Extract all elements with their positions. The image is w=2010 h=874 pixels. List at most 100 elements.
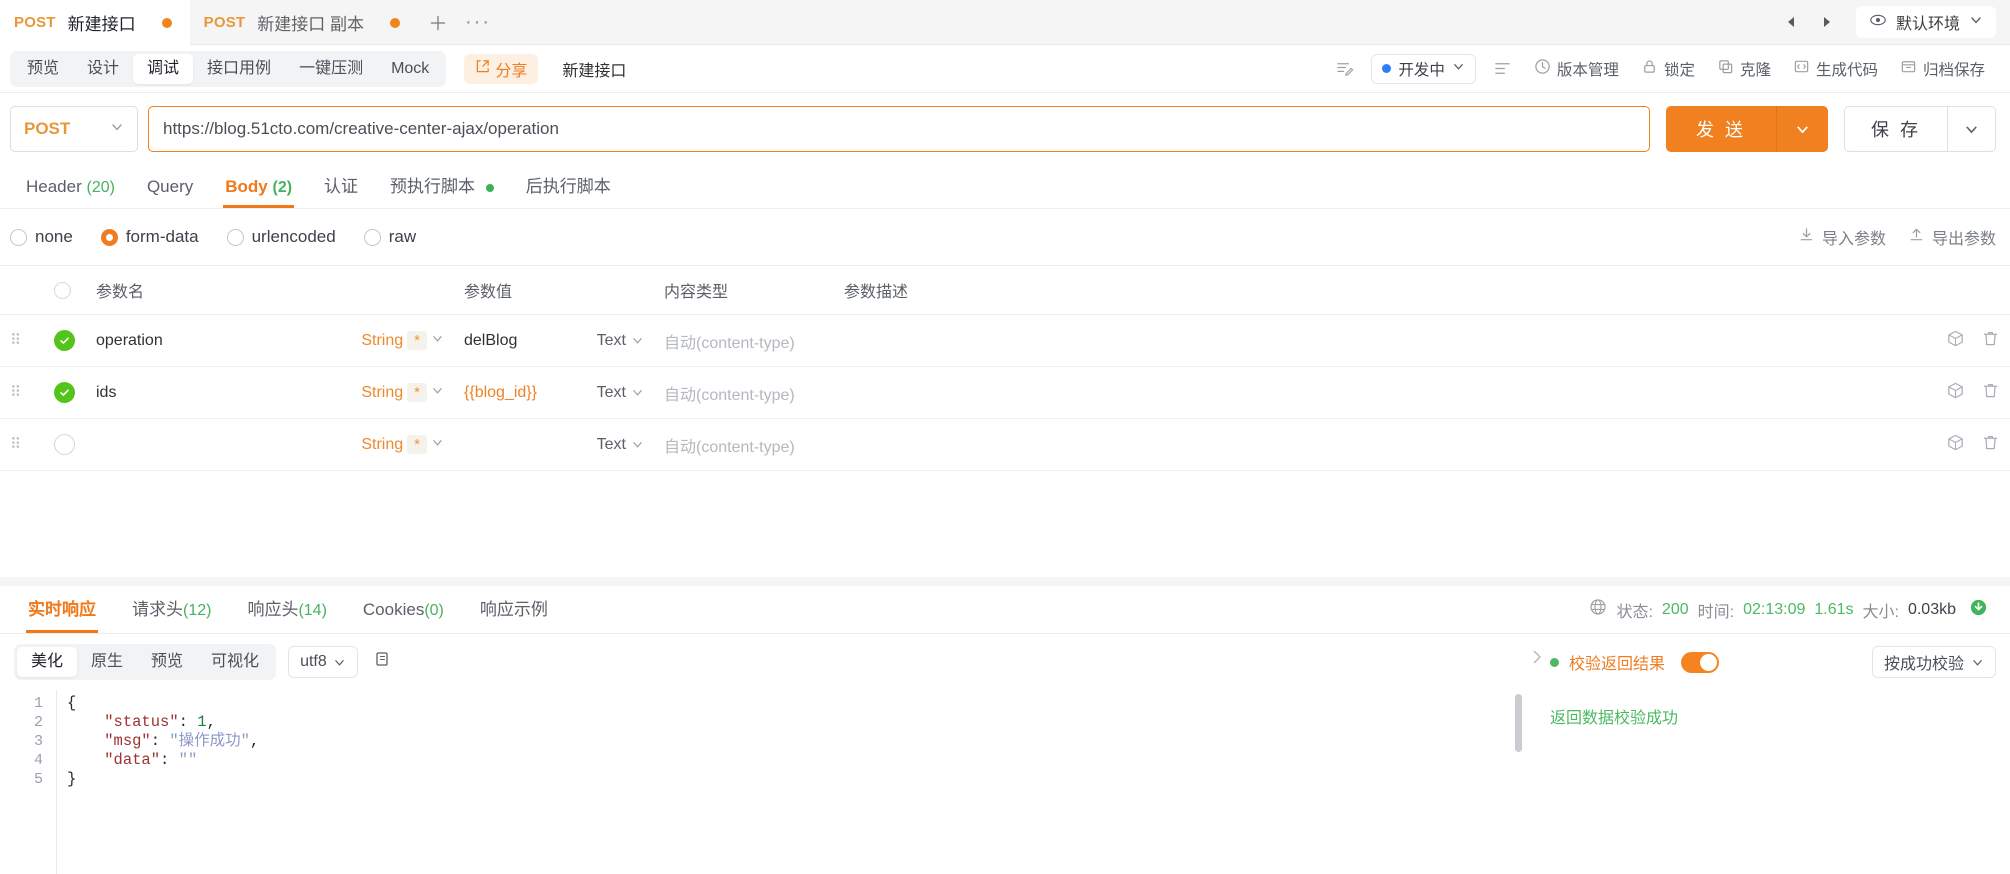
tab-design[interactable]: 设计 <box>73 54 133 84</box>
document-tab-1[interactable]: POST 新建接口 副本 <box>190 0 418 45</box>
format-tab-pretty[interactable]: 美化 <box>17 647 78 677</box>
row-enabled-checkbox[interactable] <box>54 330 75 351</box>
row-enabled-checkbox[interactable] <box>54 382 75 403</box>
tab-overflow-menu-button[interactable]: ··· <box>458 0 498 45</box>
body-type-form-data[interactable]: form-data <box>100 227 199 247</box>
row-content-type[interactable]: 自动(content-type) <box>664 387 795 404</box>
request-tab-query[interactable]: Query <box>131 165 209 208</box>
document-tab-0[interactable]: POST 新建接口 <box>0 0 190 45</box>
share-button[interactable]: 分享 <box>464 53 539 84</box>
assertion-toggle[interactable] <box>1681 651 1720 673</box>
row-description[interactable] <box>834 314 1920 367</box>
row-param-type-select[interactable]: String * <box>361 435 444 454</box>
tab-debug[interactable]: 调试 <box>133 53 194 84</box>
required-badge[interactable]: * <box>407 435 427 454</box>
response-tab-cookies[interactable]: Cookies(0) <box>345 586 462 633</box>
row-param-value[interactable]: delBlog <box>464 332 517 350</box>
http-method-select[interactable]: POST <box>10 106 138 152</box>
chevron-down-icon <box>431 384 444 402</box>
version-history-button[interactable]: 版本管理 <box>1523 53 1630 85</box>
api-status-selector[interactable]: 开发中 <box>1371 53 1476 84</box>
copy-response-button[interactable] <box>374 650 394 675</box>
row-value-type-select[interactable]: Text <box>597 436 644 454</box>
nav-next-button[interactable] <box>1812 7 1842 37</box>
row-description[interactable] <box>834 366 1920 419</box>
send-button[interactable]: 发 送 <box>1665 106 1776 152</box>
archive-save-button[interactable]: 归档保存 <box>1889 53 1996 85</box>
row-param-type-select[interactable]: String * <box>361 331 444 350</box>
row-delete-icon[interactable] <box>1981 433 2000 457</box>
response-tab-examples[interactable]: 响应示例 <box>462 586 566 633</box>
row-param-name[interactable]: ids <box>86 366 354 419</box>
format-tab-visualize[interactable]: 可视化 <box>197 647 273 677</box>
row-value-type-select[interactable]: Text <box>597 332 644 350</box>
body-type-urlencoded[interactable]: urlencoded <box>226 227 336 247</box>
generate-code-button[interactable]: 生成代码 <box>1782 53 1889 85</box>
row-generate-mock-icon[interactable] <box>1946 381 1965 405</box>
nav-prev-button[interactable] <box>1776 7 1806 37</box>
vertical-scrollbar[interactable] <box>1515 694 1522 752</box>
tab-stress-test[interactable]: 一键压测 <box>285 54 377 84</box>
send-options-button[interactable] <box>1775 106 1828 152</box>
tabstrip-right-controls: 默认环境 <box>1776 0 2010 44</box>
required-badge[interactable]: * <box>407 331 427 350</box>
request-tab-pre-script[interactable]: 预执行脚本 <box>374 165 510 208</box>
row-param-name[interactable] <box>86 418 354 471</box>
tab-preview[interactable]: 预览 <box>13 54 73 84</box>
row-content-type[interactable]: 自动(content-type) <box>664 439 795 456</box>
url-input[interactable] <box>148 106 1650 152</box>
row-param-value[interactable]: {{blog_id}} <box>464 384 537 402</box>
row-delete-icon[interactable] <box>1981 329 2000 353</box>
request-tab-post-script[interactable]: 后执行脚本 <box>510 165 627 208</box>
eye-icon <box>1869 11 1887 34</box>
edit-description-button[interactable] <box>1324 53 1365 85</box>
row-generate-mock-icon[interactable] <box>1946 329 1965 353</box>
required-badge[interactable]: * <box>407 383 427 402</box>
row-value-type-select[interactable]: Text <box>597 384 644 402</box>
format-tab-preview[interactable]: 预览 <box>137 647 197 677</box>
response-tab-request-headers[interactable]: 请求头(12) <box>114 586 229 633</box>
row-delete-icon[interactable] <box>1981 381 2000 405</box>
code-token: "data" <box>104 751 161 769</box>
tab-mock[interactable]: Mock <box>377 54 443 84</box>
save-button[interactable]: 保 存 <box>1843 106 1948 152</box>
environment-selector[interactable]: 默认环境 <box>1855 6 1996 38</box>
body-type-raw[interactable]: raw <box>363 227 417 247</box>
code-line: "data": "" <box>67 751 1524 770</box>
expand-assertion-panel-button[interactable] <box>1524 634 1550 874</box>
lock-button[interactable]: 锁定 <box>1630 53 1706 85</box>
clone-button[interactable]: 克隆 <box>1706 53 1782 85</box>
download-response-icon[interactable] <box>1969 598 1988 622</box>
encoding-select[interactable]: utf8 <box>288 646 358 678</box>
drag-handle-icon[interactable]: ⠿ <box>10 437 34 452</box>
drag-handle-icon[interactable]: ⠿ <box>10 385 34 400</box>
response-json-body[interactable]: { "status": 1, "msg": "操作成功", "data": ""… <box>56 690 1524 874</box>
body-type-label: raw <box>388 227 417 246</box>
import-params-button[interactable]: 导入参数 <box>1798 225 1886 249</box>
request-tab-header[interactable]: Header (20) <box>10 165 131 208</box>
row-enabled-checkbox[interactable] <box>54 434 75 455</box>
request-tab-body[interactable]: Body (2) <box>209 165 308 208</box>
request-tab-auth[interactable]: 认证 <box>308 165 374 208</box>
send-button-group: 发 送 <box>1665 106 1828 152</box>
save-options-button[interactable] <box>1948 106 1996 152</box>
response-tab-live[interactable]: 实时响应 <box>10 586 114 633</box>
body-type-none[interactable]: none <box>10 227 73 247</box>
row-content-type[interactable]: 自动(content-type) <box>664 335 795 352</box>
chevron-down-icon <box>1969 13 1983 32</box>
row-param-type-select[interactable]: String * <box>361 383 444 402</box>
chevron-down-icon <box>431 436 444 454</box>
row-generate-mock-icon[interactable] <box>1946 433 1965 457</box>
collapse-panel-button[interactable] <box>1482 53 1523 85</box>
row-description[interactable] <box>834 418 1920 471</box>
assertion-mode-select[interactable]: 按成功校验 <box>1871 646 1996 678</box>
format-tab-raw[interactable]: 原生 <box>77 647 137 677</box>
tab-api-cases[interactable]: 接口用例 <box>193 54 285 84</box>
select-all-checkbox[interactable] <box>54 281 71 299</box>
export-params-button[interactable]: 导出参数 <box>1908 225 1996 249</box>
row-enable-cell <box>44 314 86 367</box>
drag-handle-icon[interactable]: ⠿ <box>10 333 34 348</box>
row-param-name[interactable]: operation <box>86 314 354 367</box>
response-tab-response-headers[interactable]: 响应头(14) <box>229 586 344 633</box>
new-tab-button[interactable] <box>418 0 458 45</box>
